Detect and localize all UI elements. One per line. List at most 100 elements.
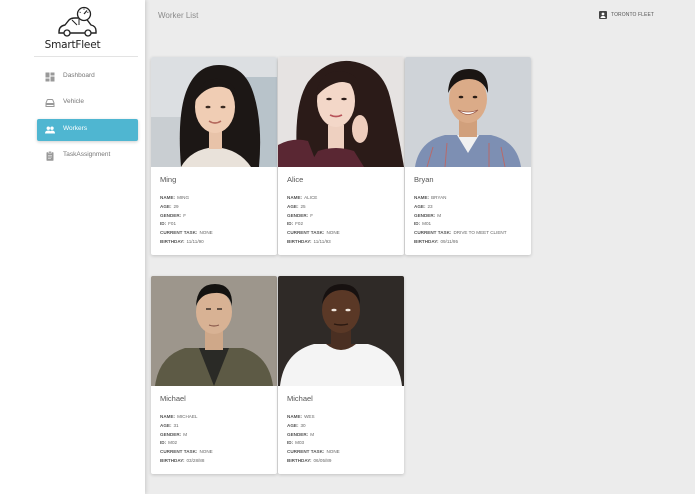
field-label-gender: GENDER: [160,212,182,218]
worker-details: NAME: MING AGE: 29 GENDER: F ID: F01 CURRENT… [160,194,213,247]
field-label-task: CURRENT TASK: [160,230,198,236]
field-label-gender: GENDER: [287,431,309,437]
account-box-icon [599,11,607,19]
worker-gender: F [310,212,313,218]
worker-task: NONE [199,449,213,455]
worker-age: 29 [173,203,179,209]
worker-details: NAME: BRYAN AGE: 23 GENDER: M ID: M01 CURREN… [414,194,507,247]
field-label-gender: GENDER: [414,212,436,218]
worker-gender: M [183,431,188,437]
field-label-birthday: BIRTHDAY: [414,238,439,244]
worker-card[interactable]: Ming NAME: MING AGE: 29 GENDER: F ID: F01 CU… [151,57,277,255]
car-icon [45,99,55,107]
worker-display-name: Michael [160,394,186,403]
worker-age: 31 [173,422,179,428]
field-label-id: ID: [160,221,167,227]
field-label-gender: GENDER: [287,212,309,218]
sidebar-item-taskassignment[interactable]: TaskAssignment [37,145,138,167]
worker-id: M02 [168,440,178,446]
field-label-name: NAME: [287,195,303,200]
worker-card[interactable]: Bryan NAME: BRYAN AGE: 23 GENDER: M ID: M01 … [405,57,531,255]
worker-id: M03 [295,440,305,446]
sidebar-item-workers[interactable]: Workers [37,119,138,141]
worker-photo [151,57,277,167]
field-label-gender: GENDER: [160,431,182,437]
worker-details: NAME: ALICE AGE: 25 GENDER: F ID: F02 CURREN… [287,194,340,247]
field-label-age: AGE: [160,422,172,428]
field-label-age: AGE: [287,203,299,209]
worker-birthday: 11/11/90 [186,238,204,244]
sidebar-item-dashboard[interactable]: Dashboard [37,66,138,88]
field-label-birthday: BIRTHDAY: [287,457,312,463]
worker-age: 25 [300,203,306,209]
worker-photo [151,276,277,386]
worker-birthday: 03/28/88 [186,457,205,463]
field-label-name: NAME: [287,414,303,419]
field-label-task: CURRENT TASK: [160,449,198,455]
field-label-name: NAME: [160,195,176,200]
field-label-age: AGE: [160,203,172,209]
worker-photo [405,57,531,167]
field-label-task: CURRENT TASK: [287,449,325,455]
page-title: Worker List [158,11,199,20]
worker-details: NAME: WES AGE: 30 GENDER: M ID: M03 CURRENT … [287,413,340,466]
worker-details: NAME: MICHAEL AGE: 31 GENDER: M ID: M02 CURR… [160,413,213,466]
worker-display-name: Ming [160,175,177,184]
worker-task: NONE [326,230,340,236]
app-logo[interactable]: SmartFleet [0,0,145,55]
field-label-birthday: BIRTHDAY: [160,457,185,463]
worker-task: NONE [199,230,213,236]
sidebar-item-label: Dashboard [63,72,95,79]
sidebar-item-label: Vehicle [63,98,84,105]
worker-name: MICHAEL [177,414,198,419]
worker-photo [278,276,404,386]
field-label-birthday: BIRTHDAY: [287,238,312,244]
clipboard-icon [46,151,54,161]
people-icon [45,126,55,134]
worker-photo [278,57,404,167]
worker-birthday: 11/11/93 [313,238,331,244]
dashboard-icon [45,72,55,82]
sidebar-item-label: TaskAssignment [63,151,111,158]
worker-gender: M [310,431,315,437]
field-label-name: NAME: [160,414,176,419]
worker-display-name: Bryan [414,175,434,184]
car-speedometer-logo-icon [58,6,97,37]
field-label-id: ID: [160,440,167,446]
worker-name: BRYAN [431,195,447,200]
field-label-id: ID: [287,440,294,446]
field-label-id: ID: [414,221,421,227]
logo-divider [34,56,138,57]
worker-display-name: Michael [287,394,313,403]
sidebar-item-label: Workers [63,125,88,132]
worker-birthday: 09/11/95 [440,238,459,244]
sidebar-item-vehicle[interactable]: Vehicle [37,92,138,114]
field-label-task: CURRENT TASK: [287,230,325,236]
worker-birthday: 06/05/89 [313,457,332,463]
app-name: SmartFleet [44,39,101,51]
worker-age: 30 [300,422,306,428]
field-label-age: AGE: [287,422,299,428]
sidebar: SmartFleet Dashboard Vehicle Workers Tas… [0,0,145,494]
worker-id: F01 [168,221,177,227]
worker-id: M01 [422,221,432,227]
field-label-name: NAME: [414,195,430,200]
org-name: TORONTO FLEET [611,12,655,18]
worker-card[interactable]: Michael NAME: WES AGE: 30 GENDER: M ID: M03 … [278,276,404,474]
worker-name: ALICE [304,195,318,200]
field-label-id: ID: [287,221,294,227]
worker-display-name: Alice [287,175,304,184]
worker-gender: F [183,212,186,218]
field-label-age: AGE: [414,203,426,209]
worker-gender: M [437,212,442,218]
field-label-task: CURRENT TASK: [414,230,452,236]
worker-task: DRIVE TO MEET CLIENT [453,230,507,236]
worker-card[interactable]: Michael NAME: MICHAEL AGE: 31 GENDER: M ID:… [151,276,277,474]
worker-task: NONE [326,449,340,455]
worker-name: MING [177,195,190,200]
worker-id: F02 [295,221,304,227]
worker-age: 23 [427,203,433,209]
worker-name: WES [304,414,315,419]
field-label-birthday: BIRTHDAY: [160,238,185,244]
worker-card[interactable]: Alice NAME: ALICE AGE: 25 GENDER: F ID: F02 … [278,57,404,255]
